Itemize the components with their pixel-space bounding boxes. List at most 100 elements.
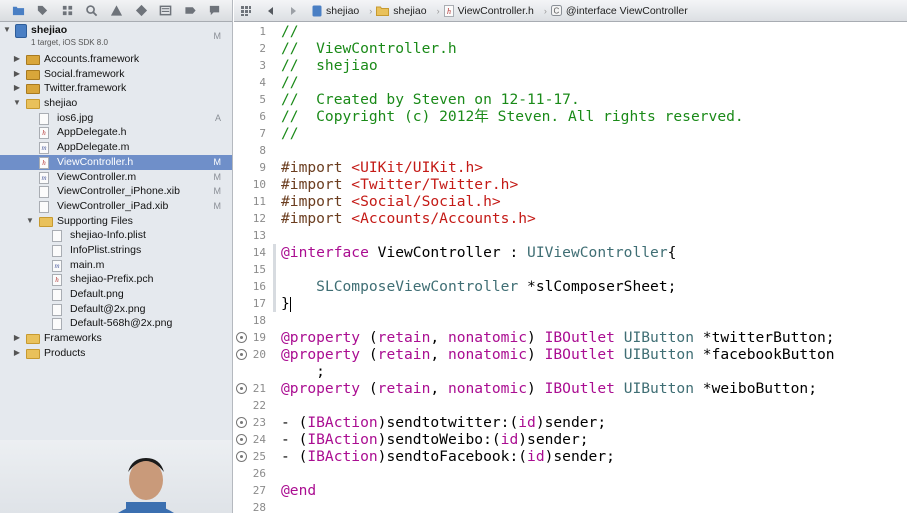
code-line[interactable]: #import <Twitter/Twitter.h>	[281, 176, 903, 193]
code-line[interactable]: @end	[281, 482, 903, 499]
code-fold-ribbon[interactable]	[273, 244, 276, 312]
code-line[interactable]	[281, 227, 903, 244]
navigator-selector-bar	[0, 0, 232, 22]
outlet-connection-icon[interactable]	[236, 451, 247, 462]
code-line[interactable]: //	[281, 125, 903, 142]
code-line[interactable]: - (IBAction)sendtoWeibo:(id)sender;	[281, 431, 903, 448]
code-line[interactable]: }	[281, 295, 903, 312]
outlet-connection-icon[interactable]	[236, 434, 247, 445]
warning-icon[interactable]	[109, 4, 123, 18]
code-token: //	[281, 125, 299, 142]
code-token: retain	[377, 380, 431, 397]
breadcrumb-symbol[interactable]: C @interface ViewController	[550, 5, 688, 17]
code-line[interactable]: #import <Social/Social.h>	[281, 193, 903, 210]
file-tree-row[interactable]: Default-568h@2x.png	[0, 316, 232, 331]
file-tree-label: Accounts.framework	[44, 53, 140, 65]
code-line[interactable]: SLComposeViewController *slComposerSheet…	[281, 278, 903, 295]
file-tree-row[interactable]: h ViewController.h M	[0, 154, 232, 170]
file-tree-row[interactable]: m main.m	[0, 258, 232, 273]
outlet-connection-icon[interactable]	[236, 417, 247, 428]
code-line[interactable]: //	[281, 23, 903, 40]
file-tree-row[interactable]: ViewController_iPhone.xib M	[0, 184, 232, 199]
code-line[interactable]: //	[281, 74, 903, 91]
code-line[interactable]: // shejiao	[281, 57, 903, 74]
disclosure-triangle-icon[interactable]: ▶	[12, 81, 22, 96]
code-line[interactable]: // Created by Steven on 12-11-17.	[281, 91, 903, 108]
xib-file-icon	[39, 186, 49, 199]
code-line[interactable]: #import <UIKit/UIKit.h>	[281, 159, 903, 176]
file-tree-row[interactable]: ViewController_iPad.xib M	[0, 199, 232, 214]
file-tree-row[interactable]: InfoPlist.strings	[0, 243, 232, 258]
code-token: *weiboButton;	[694, 380, 818, 397]
code-line[interactable]: // ViewController.h	[281, 40, 903, 57]
code-line[interactable]: #import <Accounts/Accounts.h>	[281, 210, 903, 227]
header-file-icon: h	[39, 127, 49, 140]
code-line[interactable]	[281, 465, 903, 482]
outlet-connection-icon[interactable]	[236, 383, 247, 394]
file-tree-row[interactable]: h AppDelegate.h	[0, 125, 232, 140]
disclosure-triangle-icon[interactable]: ▼	[2, 23, 12, 38]
code-line[interactable]	[281, 142, 903, 159]
code-line[interactable]: - (IBAction)sendtotwitter:(id)sender;	[281, 414, 903, 431]
file-tree-row[interactable]: ios6.jpg A	[0, 111, 232, 126]
search-icon[interactable]	[85, 4, 99, 18]
file-tree-row[interactable]: ▶ Products	[0, 346, 232, 361]
file-tree-row[interactable]: m ViewController.m M	[0, 170, 232, 185]
folder-icon	[376, 6, 390, 16]
file-tree-label: shejiao-Info.plist	[70, 229, 146, 242]
file-tree-row[interactable]: Default.png	[0, 287, 232, 302]
code-line[interactable]	[281, 499, 903, 513]
file-tree-row[interactable]: h shejiao-Prefix.pch	[0, 272, 232, 287]
file-tree-row[interactable]: ▼ shejiao	[0, 96, 232, 111]
folder-icon	[26, 348, 40, 359]
breakpoint-icon[interactable]	[183, 4, 197, 18]
file-tree-row[interactable]: ▼ Supporting Files	[0, 214, 232, 229]
code-token: nonatomic	[447, 329, 528, 346]
line-number-gutter[interactable]: 1 2 3 4 5 6 7 8 9 10 11 12 13 14 15 16 17 18 19 20 21 22 23 24 2…	[234, 23, 272, 513]
breadcrumb-group[interactable]: shejiao	[376, 5, 427, 17]
log-icon[interactable]	[208, 4, 222, 18]
project-row[interactable]: ▼ shejiao 1 target, iOS SDK 8.0 M	[0, 23, 232, 52]
folder-icon[interactable]	[11, 4, 25, 18]
tag-icon[interactable]	[36, 4, 50, 18]
code-line[interactable]: // Copyright (c) 2012年 Steven. All right…	[281, 108, 903, 125]
code-token: IBOutlet	[544, 380, 615, 397]
code-line[interactable]	[281, 312, 903, 329]
file-tree-row[interactable]: ▶ Social.framework	[0, 67, 232, 82]
outlet-connection-icon[interactable]	[236, 332, 247, 343]
code-line[interactable]: @property (retain, nonatomic) IBOutlet U…	[281, 346, 903, 363]
related-items-icon[interactable]	[240, 5, 252, 17]
back-arrow-icon[interactable]	[266, 6, 276, 16]
code-line[interactable]	[281, 397, 903, 414]
project-icon	[15, 24, 27, 38]
code-line[interactable]: ;	[281, 363, 903, 380]
tests-icon[interactable]	[134, 4, 148, 18]
code-line[interactable]: @interface ViewController : UIViewContro…	[281, 244, 903, 261]
outlet-connection-icon[interactable]	[236, 349, 247, 360]
debug-icon[interactable]	[159, 4, 173, 18]
code-line[interactable]: - (IBAction)sendtoFacebook:(id)sender;	[281, 448, 903, 465]
symbol-icon[interactable]	[60, 4, 74, 18]
code-token: @property	[281, 346, 361, 363]
disclosure-triangle-icon[interactable]: ▶	[12, 67, 22, 82]
file-tree-row[interactable]: ▶ Twitter.framework	[0, 81, 232, 96]
file-tree-row[interactable]: ▶ Accounts.framework	[0, 52, 232, 67]
file-tree-row[interactable]: m AppDelegate.m	[0, 140, 232, 155]
file-tree-row[interactable]: Default@2x.png	[0, 302, 232, 317]
breadcrumb-file[interactable]: h ViewController.h	[443, 4, 534, 17]
code-token: )	[527, 329, 545, 346]
forward-arrow-icon[interactable]	[288, 6, 298, 16]
code-line[interactable]	[281, 261, 903, 278]
code-token: SLComposeViewController	[316, 278, 519, 295]
disclosure-triangle-icon[interactable]: ▶	[12, 52, 22, 67]
breadcrumb-project[interactable]: shejiao	[312, 5, 359, 17]
code-line[interactable]: @property (retain, nonatomic) IBOutlet U…	[281, 380, 903, 397]
disclosure-triangle-icon[interactable]: ▶	[12, 346, 22, 361]
disclosure-triangle-icon[interactable]: ▶	[12, 331, 22, 346]
source-editor[interactable]: 1 2 3 4 5 6 7 8 9 10 11 12 13 14 15 16 17 18 19 20 21 22 23 24 2…	[234, 23, 907, 513]
file-tree-row[interactable]: ▶ Frameworks	[0, 331, 232, 346]
disclosure-triangle-icon[interactable]: ▼	[12, 96, 22, 111]
code-line[interactable]: @property (retain, nonatomic) IBOutlet U…	[281, 329, 903, 346]
file-tree-row[interactable]: shejiao-Info.plist	[0, 228, 232, 243]
disclosure-triangle-icon[interactable]: ▼	[25, 214, 35, 229]
